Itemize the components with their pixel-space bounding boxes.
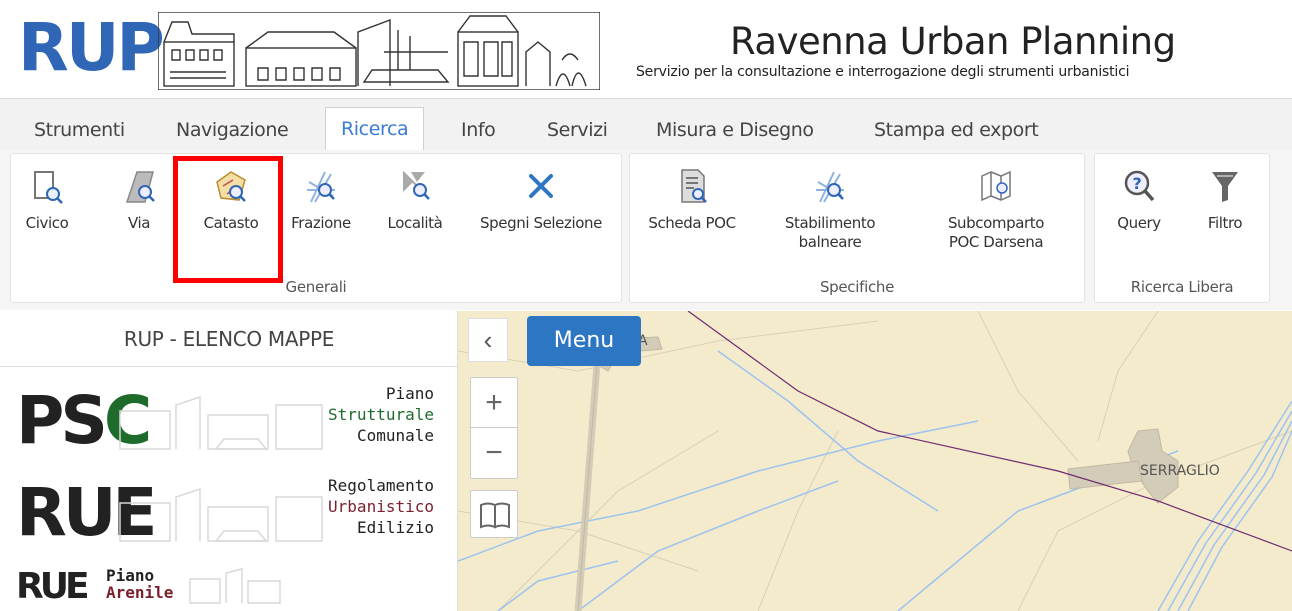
civico-search-icon — [34, 171, 63, 204]
panel-title: RUP - ELENCO MAPPE — [0, 311, 458, 367]
svg-text:?: ? — [1133, 174, 1142, 193]
rup-logo: RUP — [18, 9, 165, 86]
map-list-panel: RUP - ELENCO MAPPE PSC Piano Strutturale… — [0, 311, 458, 611]
tab-info[interactable]: Info — [461, 109, 496, 151]
zoom-control: + − — [470, 377, 518, 479]
query-icon: ? — [1124, 170, 1155, 202]
place-label-serraglio: SERRAGLIO — [1140, 463, 1220, 479]
group-label-specifiche: Specifiche — [819, 278, 895, 296]
legend-button[interactable] — [470, 490, 518, 538]
zoom-in-button[interactable]: + — [471, 378, 517, 428]
menu-button[interactable]: Menu — [527, 316, 641, 366]
subcomparto-poc-darsena-button[interactable]: Subcomparto POC Darsena — [932, 168, 1060, 252]
zoom-out-button[interactable]: − — [471, 428, 517, 478]
tab-misura-e-disegno[interactable]: Misura e Disegno — [656, 109, 814, 151]
skyline-watermark-icon — [119, 395, 323, 450]
catasto-highlight-box — [173, 156, 283, 283]
locality-search-icon — [402, 171, 430, 200]
map-card-rue-piano-arenile[interactable]: RUE Piano Arenile — [16, 561, 440, 611]
tab-stampa-ed-export[interactable]: Stampa ed export — [874, 109, 1039, 151]
map-card-psc[interactable]: PSC Piano Strutturale Comunale — [16, 381, 440, 463]
query-button[interactable]: ? Query — [1109, 168, 1169, 233]
skyline-watermark-icon — [189, 568, 281, 604]
group-label-ricerca-libera: Ricerca Libera — [1130, 278, 1234, 296]
bathing-establishment-icon — [816, 171, 844, 203]
subcomparto-map-icon — [981, 170, 1011, 202]
filter-icon — [1212, 172, 1238, 202]
frazione-button[interactable]: Frazione — [287, 168, 355, 233]
localita-button[interactable]: Località — [383, 168, 447, 233]
open-book-icon — [480, 502, 510, 529]
app-title: Ravenna Urban Planning — [730, 20, 1176, 63]
street-search-icon — [125, 171, 155, 203]
clear-selection-icon — [529, 174, 553, 198]
app-header: RUP Ravenna Urban Planning Servizio per … — [0, 0, 1292, 98]
tab-navigazione[interactable]: Navigazione — [176, 109, 289, 151]
tab-ricerca[interactable]: Ricerca — [325, 107, 425, 151]
filtro-button[interactable]: Filtro — [1195, 168, 1255, 233]
ribbon-group-generali: Civico Via Catasto Frazione Località Spe… — [10, 153, 622, 303]
rue-arenile-logo: RUE — [16, 566, 90, 607]
via-button[interactable]: Via — [111, 168, 167, 233]
civico-button[interactable]: Civico — [23, 168, 71, 233]
skyline-watermark-icon — [119, 487, 323, 542]
group-label-generali: Generali — [285, 278, 347, 296]
tab-strumenti[interactable]: Strumenti — [34, 109, 125, 151]
spegni-selezione-button[interactable]: Spegni Selezione — [471, 168, 611, 233]
ribbon-tabbar: Strumenti Navigazione Ricerca Info Servi… — [0, 98, 1292, 151]
ribbon-group-ricerca-libera: ? Query Filtro Ricerca Libera — [1094, 153, 1270, 303]
hamlet-search-icon — [307, 171, 335, 203]
ribbon-group-specifiche: Scheda POC Stabilimento balneare Subcomp… — [629, 153, 1085, 303]
collapse-panel-button[interactable]: ‹ — [468, 318, 508, 362]
map-card-rue[interactable]: RUE Regolamento Urbanistico Edilizio — [16, 473, 440, 555]
poc-sheet-icon — [681, 169, 707, 203]
tab-servizi[interactable]: Servizi — [547, 109, 608, 151]
app-subtitle: Servizio per la consultazione e interrog… — [636, 64, 1130, 80]
stabilimento-balneare-button[interactable]: Stabilimento balneare — [780, 168, 880, 252]
scheda-poc-button[interactable]: Scheda POC — [642, 168, 742, 233]
ravenna-skyline-logo — [158, 12, 600, 90]
